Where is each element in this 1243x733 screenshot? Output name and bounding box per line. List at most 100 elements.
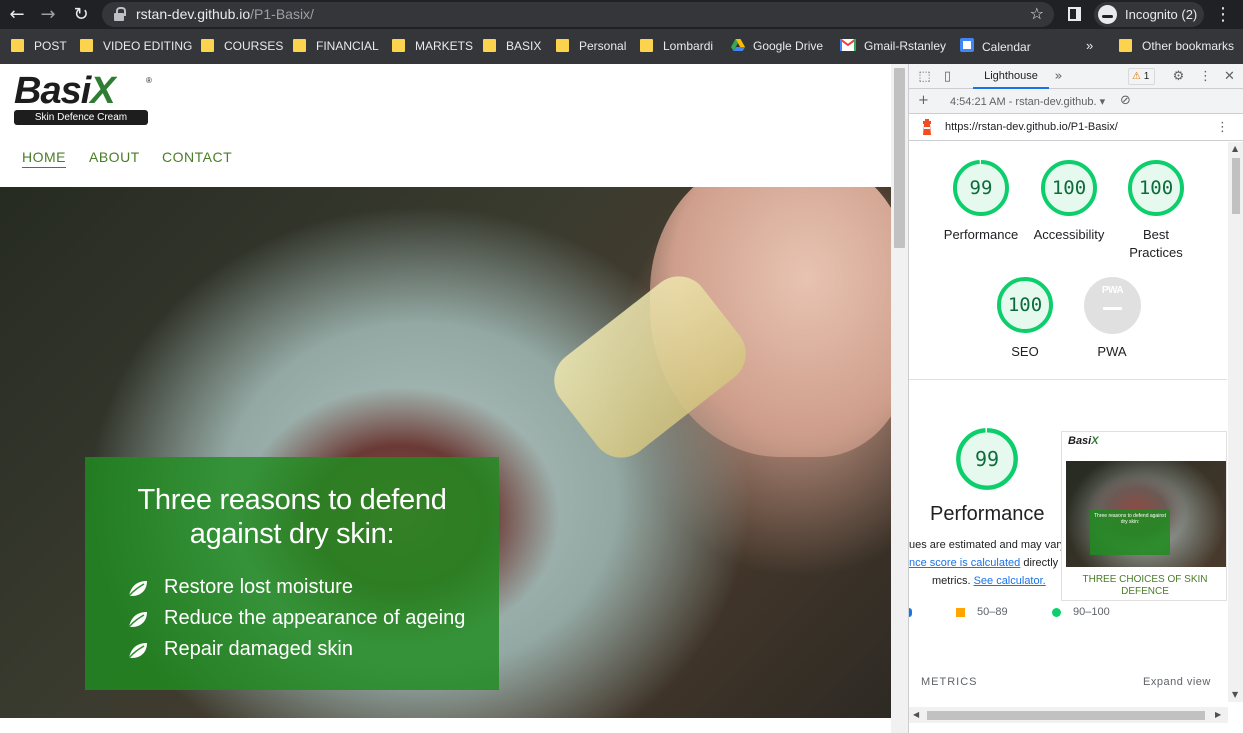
- bookmark-financial[interactable]: FINANCIAL: [293, 38, 379, 54]
- pwa-badge[interactable]: PWA: [1084, 277, 1141, 334]
- scroll-up-icon[interactable]: ▲: [1232, 144, 1238, 153]
- report-url: https://rstan-dev.github.io/P1-Basix/: [945, 121, 1118, 133]
- bookmarks-overflow-button[interactable]: »: [1086, 38, 1093, 53]
- folder-icon: [556, 39, 569, 52]
- nav-about[interactable]: ABOUT: [89, 149, 140, 165]
- address-bar[interactable]: rstan-dev.github.io/P1-Basix/ ☆: [102, 2, 1054, 27]
- best-practices-score: 100: [1138, 177, 1174, 199]
- hero-image: Three reasons to defend against dry skin…: [0, 187, 891, 718]
- bookmark-basix[interactable]: BASIX: [483, 38, 541, 54]
- tab-search-icon[interactable]: [1068, 7, 1081, 21]
- thumb-caption: THREE CHOICES OF SKIN DEFENCE: [1082, 574, 1208, 597]
- report-menu-icon[interactable]: ⋮: [1215, 120, 1230, 135]
- clear-reports-icon[interactable]: ⊘: [1118, 93, 1133, 108]
- devtools-vertical-scrollbar[interactable]: ▲ ▼: [1228, 142, 1243, 702]
- thumb-callout: Three reasons to defend against dry skin…: [1090, 510, 1170, 555]
- folder-icon: [392, 39, 405, 52]
- score-calculated-link[interactable]: nce score is calculated: [909, 557, 1020, 569]
- scroll-left-icon[interactable]: ◀: [913, 710, 919, 719]
- hero-callout: Three reasons to defend against dry skin…: [85, 457, 499, 690]
- thumb-hero: Three reasons to defend against dry skin…: [1066, 461, 1226, 567]
- see-calculator-link[interactable]: See calculator.: [974, 575, 1046, 587]
- folder-icon: [80, 39, 93, 52]
- page-scrollbar-thumb[interactable]: [894, 68, 905, 248]
- inspect-element-icon[interactable]: ⬚: [917, 69, 932, 84]
- folder-icon: [1119, 39, 1132, 52]
- warning-badge[interactable]: ⚠ 1: [1128, 68, 1155, 85]
- logo-registered-mark: ®: [146, 76, 152, 85]
- nav-home[interactable]: HOME: [22, 149, 66, 168]
- folder-icon: [640, 39, 653, 52]
- new-report-icon[interactable]: +: [916, 93, 931, 108]
- lighthouse-toolbar: + 4:54:21 AM - rstan-dev.github. ▾ ⊘: [909, 89, 1243, 114]
- nav-contact[interactable]: CONTACT: [162, 149, 232, 165]
- divider: [909, 379, 1227, 380]
- thumb-logo: BasiX: [1068, 435, 1099, 447]
- bookmark-gmail[interactable]: Gmail-Rstanley: [840, 38, 946, 54]
- settings-gear-icon[interactable]: ⚙: [1171, 69, 1186, 84]
- back-icon[interactable]: ←: [6, 4, 28, 26]
- bookmark-post[interactable]: POST: [11, 38, 67, 54]
- estimate-note: ues are estimated and may vary. T: [909, 539, 1078, 551]
- metrics-heading: METRICS: [921, 676, 978, 688]
- folder-icon: [11, 39, 24, 52]
- legend-average-icon: [956, 608, 965, 617]
- expand-view-toggle[interactable]: Expand view: [1143, 676, 1211, 688]
- logo-tagline: Skin Defence Cream: [14, 110, 148, 125]
- other-bookmarks[interactable]: Other bookmarks: [1119, 38, 1234, 54]
- more-tabs-icon[interactable]: »: [1051, 69, 1066, 84]
- performance-score: 99: [969, 177, 993, 199]
- scroll-down-icon[interactable]: ▼: [1232, 690, 1238, 699]
- report-selector[interactable]: 4:54:21 AM - rstan-dev.github. ▾: [950, 95, 1105, 108]
- browser-menu-icon[interactable]: ⋮: [1214, 4, 1232, 25]
- bookmark-markets[interactable]: MARKETS: [392, 38, 473, 54]
- site-logo[interactable]: BasiX ® Skin Defence Cream: [14, 70, 154, 126]
- bookmark-personal[interactable]: Personal: [556, 38, 626, 54]
- forward-icon[interactable]: →: [37, 4, 59, 26]
- profile-label: Incognito (2): [1125, 7, 1198, 22]
- folder-icon: [201, 39, 214, 52]
- seo-score: 100: [1007, 294, 1043, 316]
- bookmark-video-editing[interactable]: VIDEO EDITING: [80, 38, 192, 54]
- bookmark-calendar[interactable]: Calendar: [960, 38, 1031, 54]
- devtools-horizontal-scrollbar[interactable]: ◀ ▶: [909, 707, 1228, 723]
- calculator-note: metrics. See calculator.: [932, 575, 1046, 587]
- performance-big-score: 99: [974, 447, 1000, 471]
- devtools-menu-icon[interactable]: ⋮: [1198, 69, 1213, 84]
- tab-lighthouse[interactable]: Lighthouse: [973, 64, 1049, 89]
- devtools-horizontal-thumb[interactable]: [927, 711, 1205, 720]
- leaf-icon: [128, 612, 147, 628]
- bookmark-star-icon[interactable]: ☆: [1030, 4, 1044, 23]
- report-url-bar: https://rstan-dev.github.io/P1-Basix/ ⋮: [909, 114, 1243, 141]
- website-viewport: BasiX ® Skin Defence Cream HOME ABOUT CO…: [0, 64, 891, 733]
- pwa-badge-text: PWA: [1101, 285, 1124, 296]
- lock-icon: [114, 7, 126, 21]
- close-devtools-icon[interactable]: ✕: [1222, 69, 1237, 84]
- profile-button[interactable]: Incognito (2): [1094, 2, 1204, 27]
- performance-heading: Performance: [930, 503, 1045, 525]
- bookmark-lombardi[interactable]: Lombardi: [640, 38, 713, 54]
- bookmark-google-drive[interactable]: Google Drive: [731, 38, 823, 54]
- final-screenshot-thumbnail[interactable]: BasiX Three reasons to defend against dr…: [1061, 431, 1227, 601]
- bookmark-courses[interactable]: COURSES: [201, 38, 283, 54]
- folder-icon: [483, 39, 496, 52]
- devtools-vertical-thumb[interactable]: [1232, 158, 1240, 214]
- devtools-tabbar: ⬚ ▯ Lighthouse » ⚠ 1 ⚙ ⋮ ✕: [909, 64, 1243, 89]
- accessibility-score: 100: [1051, 177, 1087, 199]
- page-scrollbar[interactable]: [891, 64, 908, 733]
- calendar-icon: [960, 38, 974, 52]
- gmail-icon: [840, 39, 856, 51]
- logo-wordmark: BasiX: [14, 70, 116, 112]
- scroll-right-icon[interactable]: ▶: [1215, 710, 1221, 719]
- folder-icon: [293, 39, 306, 52]
- legend-average-range: 50–89: [977, 606, 1008, 618]
- hero-title: Three reasons to defend against dry skin…: [137, 484, 447, 550]
- legend-pass-icon: [1052, 608, 1061, 617]
- url-text[interactable]: rstan-dev.github.io/P1-Basix/: [136, 6, 314, 22]
- bookmarks-bar: POST VIDEO EDITING COURSES FINANCIAL MAR…: [0, 29, 1243, 64]
- device-toolbar-icon[interactable]: ▯: [940, 69, 955, 84]
- lighthouse-icon: [923, 119, 931, 135]
- legend-pass-range: 90–100: [1073, 606, 1110, 618]
- google-drive-icon: [731, 39, 745, 51]
- reload-icon[interactable]: ↻: [70, 4, 92, 26]
